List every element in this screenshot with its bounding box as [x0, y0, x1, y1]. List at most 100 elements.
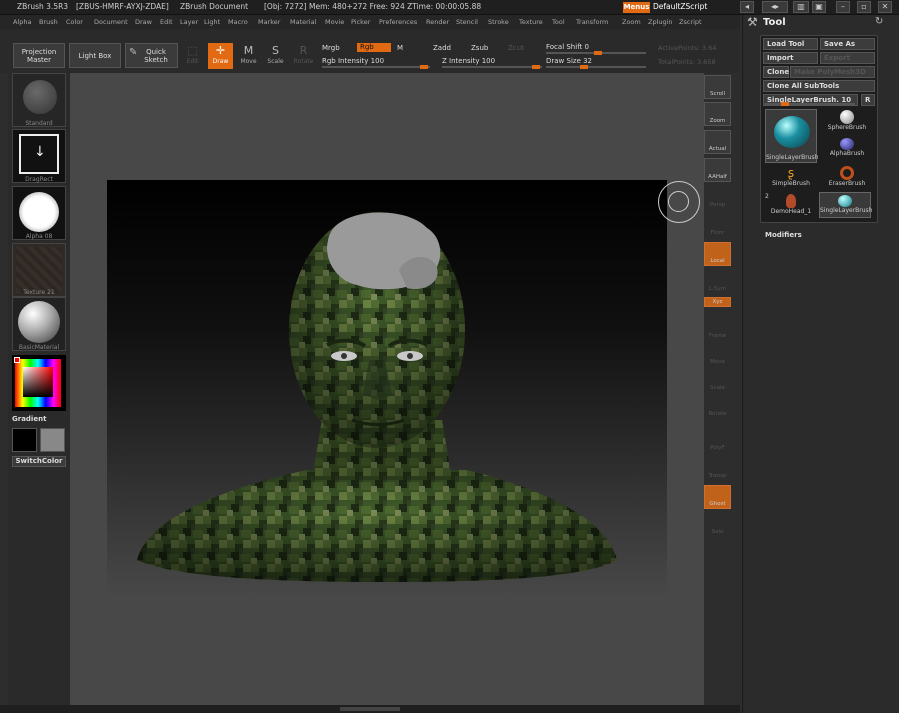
bottom-tray-handle[interactable] [0, 705, 740, 713]
material-thumbnail[interactable] [12, 297, 66, 351]
z-intensity-slider[interactable]: Z Intensity 100 [442, 57, 495, 65]
menu-picker[interactable]: Picker [351, 18, 370, 26]
lsym-button[interactable]: L.Sym [704, 270, 731, 294]
make-polymesh-button[interactable]: Make PolyMesh3D [790, 66, 875, 78]
saturation-square[interactable] [23, 367, 53, 397]
persp-button[interactable]: Persp [704, 186, 731, 210]
polyf-button[interactable]: PolyF [704, 429, 731, 453]
scale-view-button[interactable]: Scale [704, 369, 731, 393]
simple-brush-tool[interactable]: ʂ SimpleBrush [765, 166, 817, 187]
refresh-icon[interactable]: ↻ [875, 16, 883, 27]
save-icon[interactable]: ▣ [812, 1, 826, 13]
menu-movie[interactable]: Movie [325, 18, 344, 26]
scale-mode-button[interactable]: S Scale [263, 43, 288, 69]
z-intensity-track[interactable] [442, 65, 542, 69]
rgb-intensity-slider[interactable]: Rgb Intensity 100 [322, 57, 384, 65]
secondary-color-swatch[interactable] [40, 428, 65, 452]
menu-light[interactable]: Light [204, 18, 220, 26]
zsub-toggle[interactable]: Zsub [471, 44, 488, 52]
demo-head-tool[interactable]: DemoHead_1 [765, 194, 817, 215]
menu-transform[interactable]: Transform [576, 18, 608, 26]
scroll-button[interactable]: Scroll [704, 75, 731, 99]
menu-color[interactable]: Color [66, 18, 83, 26]
menu-render[interactable]: Render [426, 18, 449, 26]
export-button[interactable]: Export [820, 52, 875, 64]
document-canvas[interactable] [107, 180, 667, 598]
menu-stencil[interactable]: Stencil [456, 18, 478, 26]
alpha-brush-tool[interactable]: AlphaBrush [821, 138, 873, 157]
rgb-intensity-track[interactable] [322, 65, 430, 69]
menu-macro[interactable]: Macro [228, 18, 248, 26]
ghost-button[interactable]: Ghost [704, 485, 731, 509]
r-button[interactable]: R [861, 94, 875, 106]
mrgb-toggle[interactable]: Mrgb [322, 44, 340, 52]
zoom-button[interactable]: Zoom [704, 102, 731, 126]
quick-sketch-button[interactable]: ✎ Quick Sketch [125, 43, 178, 68]
menu-zoom[interactable]: Zoom [622, 18, 641, 26]
draw-mode-button[interactable]: ✛ Draw [208, 43, 233, 69]
menu-document[interactable]: Document [94, 18, 128, 26]
menu-texture[interactable]: Texture [519, 18, 543, 26]
menu-layer[interactable]: Layer [180, 18, 198, 26]
menu-zplugin[interactable]: Zplugin [648, 18, 673, 26]
import-button[interactable]: Import [763, 52, 818, 64]
menu-alpha[interactable]: Alpha [13, 18, 31, 26]
menus-toggle-button[interactable]: Menus [623, 2, 650, 13]
m-toggle[interactable]: M [397, 44, 403, 52]
canvas-area[interactable] [70, 73, 704, 705]
zcut-toggle[interactable]: Zcut [508, 44, 524, 52]
arrow-left-icon[interactable]: ◂ [740, 1, 754, 13]
move-mode-button[interactable]: M Move [236, 43, 261, 69]
menu-zscript[interactable]: Zscript [679, 18, 702, 26]
menu-tool[interactable]: Tool [552, 18, 565, 26]
focal-shift-track[interactable] [546, 51, 646, 55]
sphere-brush-tool[interactable]: SphereBrush [821, 110, 873, 131]
layout-icon[interactable]: ▥ [793, 1, 809, 13]
menu-marker[interactable]: Marker [258, 18, 280, 26]
focal-shift-slider[interactable]: Focal Shift 0 [546, 43, 589, 51]
tray-grip[interactable] [340, 707, 400, 711]
color-picker[interactable] [12, 355, 66, 411]
gradient-label[interactable]: Gradient [12, 415, 46, 423]
floor-button[interactable]: Floor [704, 214, 731, 238]
maximize-icon[interactable]: ▫ [857, 1, 871, 13]
clone-all-subtools-button[interactable]: Clone All SubTools [763, 80, 875, 92]
frame-button[interactable]: Frame [704, 317, 731, 341]
tool-palette-title[interactable]: Tool [763, 17, 786, 28]
move-view-button[interactable]: Move [704, 343, 731, 367]
eraser-brush-tool[interactable]: EraserBrush [821, 166, 873, 187]
local-button[interactable]: Local [704, 242, 731, 266]
xyz-button[interactable]: Xyz [704, 297, 731, 307]
close-icon[interactable]: ✕ [878, 1, 892, 13]
rotate-view-button[interactable]: Rotate [704, 395, 731, 419]
transp-button[interactable]: Transp [704, 457, 731, 481]
rgb-toggle[interactable]: Rgb [357, 43, 391, 52]
main-color-swatch[interactable] [12, 428, 37, 452]
current-tool-track[interactable] [765, 102, 855, 106]
alpha-thumbnail[interactable] [12, 186, 66, 240]
actual-button[interactable]: Actual [704, 130, 731, 154]
zadd-toggle[interactable]: Zadd [433, 44, 451, 52]
menu-preferences[interactable]: Preferences [379, 18, 417, 26]
minimize-icon[interactable]: – [836, 1, 850, 13]
menu-brush[interactable]: Brush [39, 18, 58, 26]
menu-edit[interactable]: Edit [160, 18, 173, 26]
save-as-button[interactable]: Save As [820, 38, 875, 50]
current-tool-preview[interactable]: SingleLayerBrush [765, 109, 819, 163]
default-zscript-button[interactable]: DefaultZScript [653, 2, 707, 11]
solo-button[interactable]: Solo [704, 513, 731, 537]
load-tool-button[interactable]: Load Tool [763, 38, 818, 50]
menu-material[interactable]: Material [290, 18, 316, 26]
stroke-thumbnail[interactable]: ↓ [12, 129, 66, 183]
rotate-mode-button[interactable]: R Rotate [291, 43, 316, 69]
double-arrow-icon[interactable]: ◂▸ [762, 1, 788, 13]
switch-color-button[interactable]: SwitchColor [12, 456, 66, 467]
menu-draw[interactable]: Draw [135, 18, 152, 26]
light-box-button[interactable]: Light Box [69, 43, 121, 68]
projection-master-button[interactable]: Projection Master [13, 43, 65, 68]
single-layer-brush-tool[interactable]: SingleLayerBrush [819, 192, 873, 218]
sculpt-head-model[interactable] [107, 180, 667, 598]
draw-size-track[interactable] [546, 65, 646, 69]
edit-mode-button[interactable]: ⬚ Edit [180, 43, 205, 69]
clone-button[interactable]: Clone [763, 66, 789, 78]
